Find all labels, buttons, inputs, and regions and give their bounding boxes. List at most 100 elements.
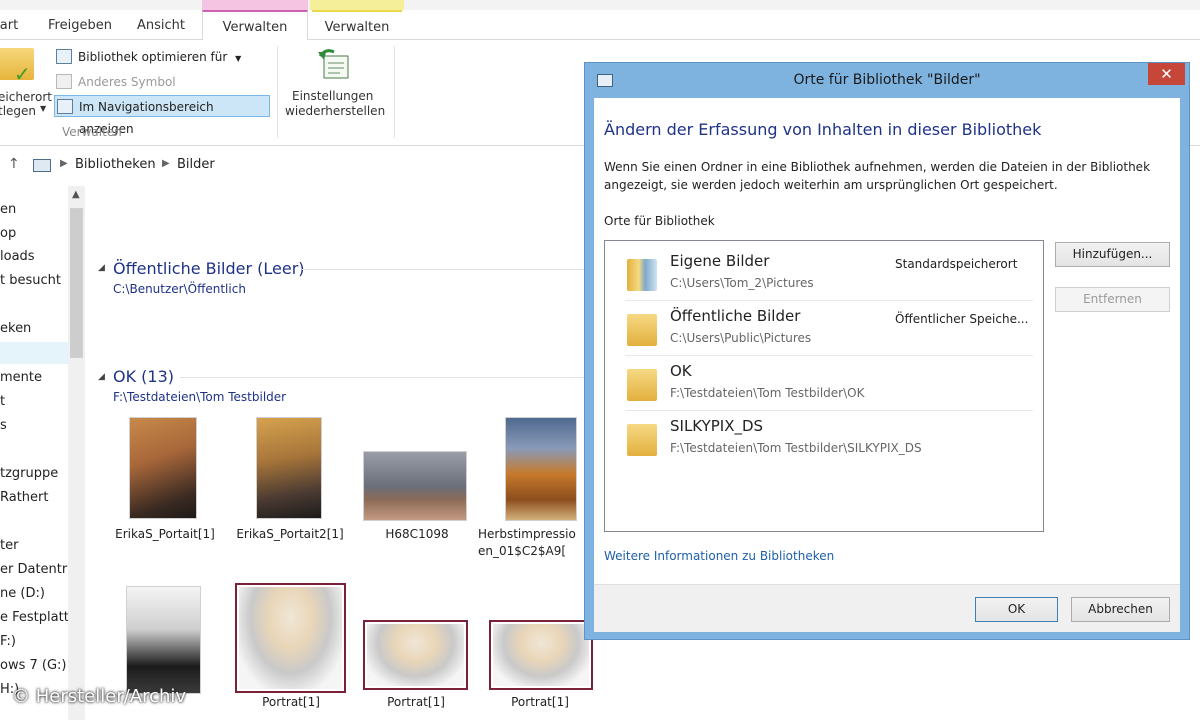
group-path-ok: F:\Testdateien\Tom Testbilder [113, 390, 287, 404]
image-thumbnail[interactable] [363, 620, 468, 690]
picture-tools-context [310, 0, 404, 10]
nav-item[interactable]: s [0, 418, 7, 433]
locations-list-label: Orte für Bibliothek [604, 214, 715, 228]
dialog-body: Ändern der Erfassung von Inhalten in die… [594, 98, 1180, 584]
location-status: Standardspeicherort [895, 257, 1018, 271]
add-button[interactable]: Hinzufügen... [1055, 242, 1170, 267]
image-thumbnail[interactable] [129, 417, 197, 519]
chevron-down-icon: ▼ [235, 54, 242, 63]
library-locations-dialog: Orte für Bibliothek "Bilder" ✕ Ändern de… [584, 62, 1190, 640]
optimize-icon [56, 49, 72, 64]
group-label-manage: Verwalten [62, 125, 122, 139]
location-item-silkypix[interactable]: SILKYPIX_DS F:\Testdateien\Tom Testbilde… [625, 412, 1033, 466]
nav-item[interactable]: Rathert [0, 490, 49, 505]
checkbox-icon [57, 99, 73, 114]
nav-selection-highlight [0, 342, 68, 364]
dialog-titlebar[interactable]: Orte für Bibliothek "Bilder" ✕ [585, 63, 1189, 97]
collapse-triangle-icon[interactable]: ◢ [98, 263, 105, 273]
change-icon-label: Anderes Symbol [78, 75, 176, 89]
show-in-navigation-button[interactable]: Im Navigationsbereich anzeigen [54, 95, 270, 136]
nav-item[interactable]: e Festplatte [0, 610, 77, 625]
save-location-label-1: eicherort [0, 90, 52, 104]
nav-item[interactable]: ter [0, 538, 18, 553]
location-item-ok[interactable]: OK F:\Testdateien\Tom Testbilder\OK [625, 357, 1033, 411]
ok-button[interactable]: OK [975, 597, 1058, 622]
location-path: F:\Testdateien\Tom Testbilder\SILKYPIX_D… [670, 441, 922, 455]
tab-manage-picture[interactable]: Verwalten [312, 10, 402, 40]
navigation-pane: en op loads t besucht eken mente t s tzg… [0, 186, 86, 720]
breadcrumb-chevron-icon[interactable]: ▶ [162, 158, 170, 169]
thumbnail-image [367, 624, 464, 686]
thumbnail-image [239, 587, 342, 689]
group-header-public-pictures[interactable]: Öffentliche Bilder (Leer) [113, 259, 305, 278]
scroll-up-icon[interactable]: ▲ [72, 189, 80, 200]
library-tools-context [202, 0, 308, 10]
location-item-eigene-bilder[interactable]: Eigene Bilder C:\Users\Tom_2\Pictures St… [625, 247, 1033, 301]
tab-view[interactable]: Ansicht [128, 10, 194, 40]
image-thumbnail[interactable] [126, 586, 201, 694]
nav-scrollbar[interactable]: ▲ [68, 186, 85, 720]
checkmark-icon: ✓ [14, 62, 31, 86]
breadcrumb-pictures[interactable]: Bilder [177, 157, 215, 172]
nav-item[interactable]: eken [0, 321, 31, 336]
scrollbar-thumb[interactable] [70, 208, 83, 358]
location-path: C:\Users\Public\Pictures [670, 331, 812, 345]
thumbnail-caption: ErikaS_Portait2[1] [236, 527, 344, 541]
image-thumbnail[interactable] [363, 451, 467, 521]
image-thumbnail-selected[interactable] [235, 583, 346, 693]
location-item-oeffentliche-bilder[interactable]: Öffentliche Bilder C:\Users\Public\Pictu… [625, 302, 1033, 356]
group-path-public: C:\Benutzer\Öffentlich [113, 282, 246, 296]
breadcrumb-chevron-icon[interactable]: ▶ [60, 158, 68, 169]
tab-share[interactable]: Freigeben [40, 10, 120, 40]
change-icon-button[interactable]: Anderes Symbol [54, 71, 176, 93]
library-icon [33, 159, 51, 172]
folder-icon [627, 424, 657, 456]
optimize-label: Bibliothek optimieren für [78, 50, 228, 64]
nav-item[interactable]: tzgruppe [0, 466, 58, 481]
restore-settings-label-2: wiederherstellen [285, 104, 386, 118]
thumbnail-caption: H68C1098 [385, 527, 449, 541]
nav-item[interactable]: mente [0, 370, 42, 385]
save-location-label-2: tlegen [0, 104, 37, 118]
cancel-button[interactable]: Abbrechen [1071, 597, 1170, 622]
folder-icon [627, 369, 657, 401]
nav-item[interactable]: t [0, 394, 5, 409]
optimize-library-button[interactable]: Bibliothek optimieren für ▼ [54, 46, 241, 68]
group-divider-line [180, 377, 584, 378]
nav-item[interactable]: ne (D:) [0, 586, 45, 601]
up-arrow-icon[interactable]: ↑ [8, 156, 20, 172]
nav-item[interactable]: en [0, 202, 16, 217]
nav-item[interactable]: loads [0, 249, 35, 264]
thumbnail-caption-line2: en_01$C2$A9[ [478, 544, 567, 558]
thumbnail-caption: Portrat[1] [262, 695, 320, 709]
location-status: Öffentlicher Speiche... [895, 312, 1029, 326]
remove-button[interactable]: Entfernen [1055, 287, 1170, 312]
close-button[interactable]: ✕ [1148, 63, 1185, 85]
image-thumbnail[interactable] [505, 417, 577, 521]
group-header-ok[interactable]: OK (13) [113, 367, 174, 386]
location-name: Öffentliche Bilder [670, 307, 801, 325]
breadcrumb-libraries[interactable]: Bibliotheken [75, 157, 156, 172]
tab-start[interactable]: art [0, 10, 24, 40]
chevron-down-icon: ▼ [40, 104, 47, 113]
copyright-watermark: © Hersteller/Archiv [12, 686, 187, 707]
location-path: F:\Testdateien\Tom Testbilder\OK [670, 386, 865, 400]
group-divider [277, 46, 278, 138]
nav-item[interactable]: t besucht [0, 273, 61, 288]
restore-settings-label-1: Einstellungen [292, 89, 374, 103]
ribbon-tabs: art Freigeben Ansicht Verwalten Verwalte… [0, 10, 1200, 41]
change-icon-icon [56, 74, 72, 89]
nav-item[interactable]: op [0, 226, 16, 241]
dialog-description: Wenn Sie einen Ordner in eine Bibliothek… [604, 160, 1151, 192]
more-info-link[interactable]: Weitere Informationen zu Bibliotheken [604, 549, 834, 563]
dialog-heading: Ändern der Erfassung von Inhalten in die… [604, 120, 1042, 139]
thumbnail-caption: Portrat[1] [387, 695, 445, 709]
group-divider-line [302, 269, 584, 270]
collapse-triangle-icon[interactable]: ◢ [98, 372, 105, 382]
image-thumbnail[interactable] [489, 620, 593, 690]
tab-manage-library[interactable]: Verwalten [202, 10, 308, 41]
locations-list[interactable]: Eigene Bilder C:\Users\Tom_2\Pictures St… [604, 240, 1044, 532]
image-thumbnail[interactable] [256, 417, 322, 519]
nav-item[interactable]: ows 7 (G:) [0, 658, 67, 673]
nav-item[interactable]: F:) [0, 634, 16, 649]
